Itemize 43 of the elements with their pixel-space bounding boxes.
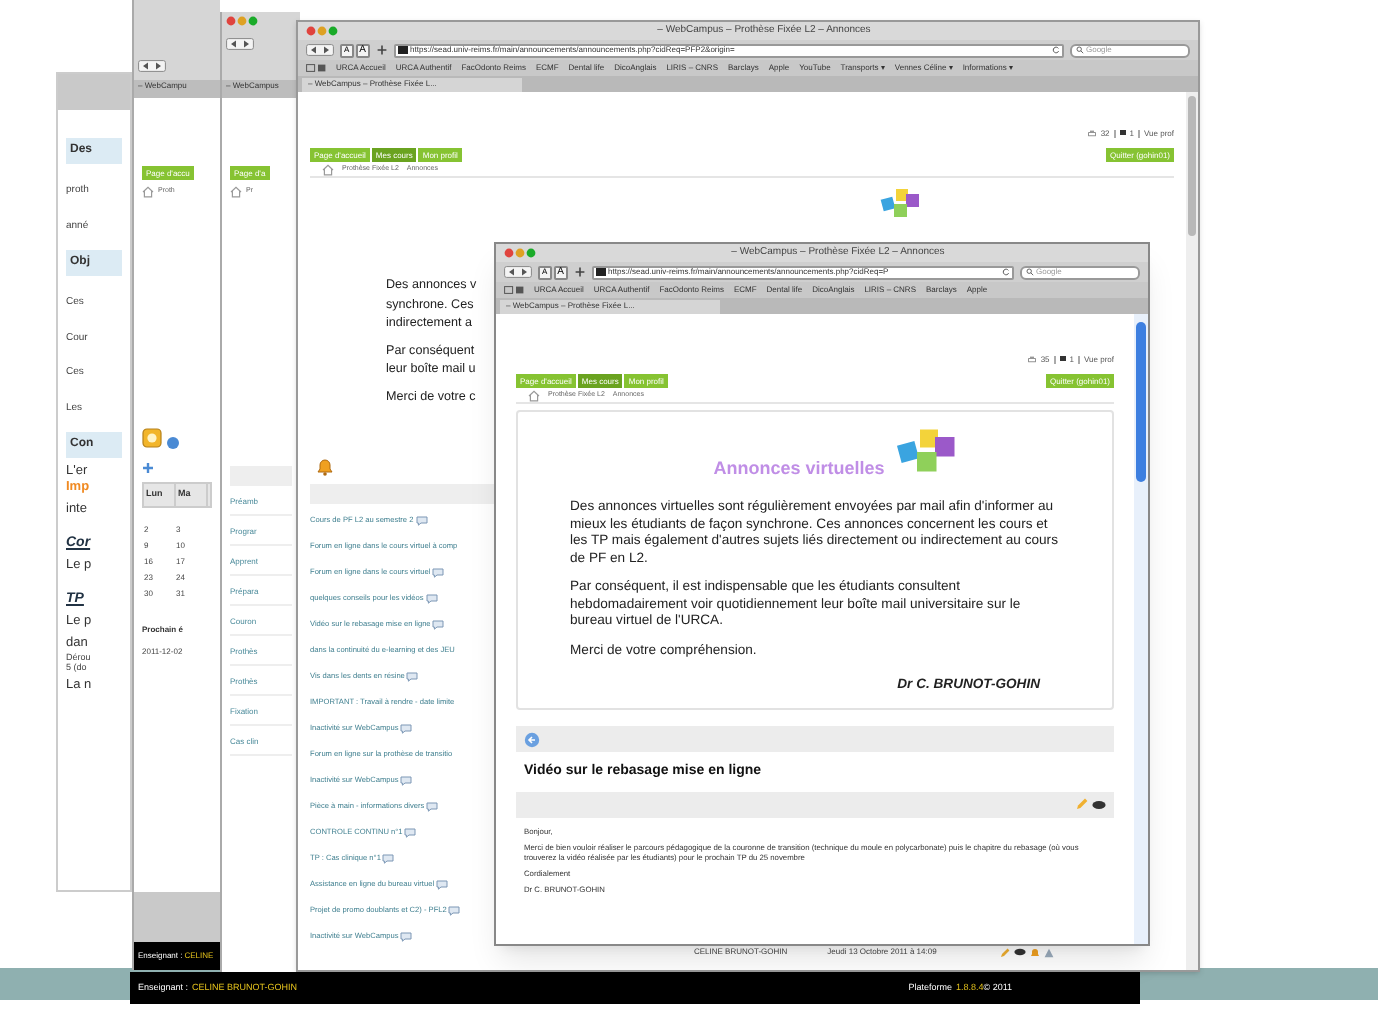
reload-icon[interactable] — [1002, 268, 1010, 276]
book-icon[interactable] — [306, 64, 326, 72]
window-controls-icon[interactable] — [226, 16, 258, 26]
site-icon — [398, 46, 409, 54]
add-icon[interactable] — [376, 44, 389, 56]
back-icon[interactable] — [524, 731, 540, 748]
comment-icon — [400, 932, 413, 942]
book-icon[interactable] — [504, 286, 524, 294]
add-icon[interactable] — [142, 462, 154, 474]
comment-icon — [426, 802, 439, 812]
back-forward-icon[interactable] — [226, 38, 254, 50]
comment-icon — [448, 906, 461, 916]
window-controls-icon[interactable] — [504, 248, 536, 258]
comment-icon — [432, 620, 445, 630]
bell-icon[interactable] — [1030, 947, 1041, 957]
site-icon — [596, 268, 607, 276]
comment-icon — [406, 672, 419, 682]
printer-icon — [1088, 130, 1097, 138]
comment-icon — [404, 828, 417, 838]
back-forward-icon[interactable] — [504, 266, 532, 278]
home-icon[interactable] — [322, 163, 334, 175]
comment-icon — [400, 724, 413, 734]
comment-icon — [382, 854, 395, 864]
search-icon — [1026, 268, 1034, 276]
comment-icon — [425, 594, 438, 604]
window-controls-icon[interactable] — [306, 26, 338, 36]
comment-icon — [436, 880, 449, 890]
back-forward-icon[interactable] — [306, 44, 334, 56]
comment-icon — [400, 776, 413, 786]
bell-icon[interactable] — [316, 458, 334, 476]
comment-icon — [432, 568, 445, 578]
eye-icon[interactable] — [1092, 799, 1106, 810]
reload-icon[interactable] — [1052, 46, 1060, 54]
card-title: Annonces virtuelles — [713, 456, 885, 483]
printer-icon — [1028, 356, 1037, 364]
back-forward-icon[interactable] — [138, 60, 166, 72]
eye-icon[interactable] — [1014, 947, 1027, 955]
add-icon[interactable] — [574, 266, 587, 278]
home-icon[interactable] — [528, 389, 540, 401]
search-icon — [1076, 46, 1084, 54]
home-icon[interactable] — [142, 186, 154, 198]
comment-icon — [415, 516, 428, 526]
home-icon[interactable] — [230, 186, 242, 198]
